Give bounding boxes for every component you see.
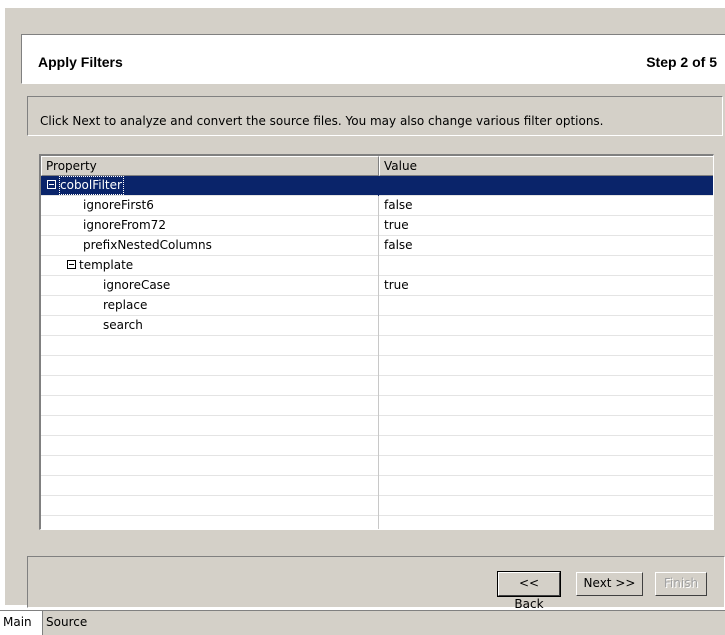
- finish-button[interactable]: Finish: [655, 572, 707, 596]
- empty-row: [41, 436, 713, 456]
- wizard-button-bar: << Back Next >> Finish: [27, 556, 725, 611]
- tree-row-label: cobolFilter: [59, 176, 124, 195]
- tree-row-cobolfilter[interactable]: cobolFilter: [41, 176, 713, 196]
- collapse-toggle-icon[interactable]: [47, 180, 56, 189]
- collapse-toggle-icon[interactable]: [67, 260, 76, 269]
- tree-row-replace[interactable]: replace: [41, 296, 713, 316]
- tab-main[interactable]: Main: [0, 611, 43, 635]
- tree-row-value[interactable]: [379, 296, 713, 316]
- editor-area: Apply Filters Step 2 of 5 Click Next to …: [0, 0, 725, 611]
- tree-row-ignorefirst6[interactable]: ignoreFirst6 false: [41, 196, 713, 216]
- table-header: Property Value: [41, 156, 713, 176]
- tree-row-label: ignoreCase: [103, 278, 171, 292]
- tree-row-label: prefixNestedColumns: [83, 238, 212, 252]
- tree-row-value[interactable]: [379, 256, 713, 276]
- wizard-panel: Apply Filters Step 2 of 5 Click Next to …: [5, 8, 725, 611]
- tree-row-value[interactable]: [379, 316, 713, 336]
- editor-tab-bar: Main Source: [0, 610, 725, 635]
- tree-row-value[interactable]: false: [379, 196, 713, 216]
- tree-row-label: template: [79, 258, 134, 272]
- tree-row-value[interactable]: true: [379, 216, 713, 236]
- tree-row-value[interactable]: true: [379, 276, 713, 296]
- tree-row-label: search: [103, 318, 143, 332]
- empty-row: [41, 336, 713, 356]
- tree-row-value[interactable]: false: [379, 236, 713, 256]
- back-button[interactable]: << Back: [497, 571, 561, 611]
- tree-row-label: ignoreFirst6: [83, 198, 154, 212]
- tree-row-prefixnestedcolumns[interactable]: prefixNestedColumns false: [41, 236, 713, 256]
- wizard-title: Apply Filters: [38, 54, 123, 70]
- tree-row-label: replace: [103, 298, 148, 312]
- empty-row: [41, 356, 713, 376]
- empty-row: [41, 516, 713, 529]
- filter-properties-table[interactable]: Property Value cobolFilter ignoreFirst6 …: [39, 154, 714, 530]
- tree-row-template[interactable]: template: [41, 256, 713, 276]
- empty-row: [41, 376, 713, 396]
- tree-row-ignorefrom72[interactable]: ignoreFrom72 true: [41, 216, 713, 236]
- tree-row-ignorecase[interactable]: ignoreCase true: [41, 276, 713, 296]
- empty-row: [41, 456, 713, 476]
- tree-row-label: ignoreFrom72: [83, 218, 166, 232]
- empty-row: [41, 396, 713, 416]
- tree-row-value[interactable]: [379, 176, 713, 196]
- next-button[interactable]: Next >>: [576, 572, 643, 596]
- column-header-property[interactable]: Property: [41, 156, 379, 176]
- empty-row: [41, 476, 713, 496]
- empty-row: [41, 416, 713, 436]
- wizard-header: Apply Filters Step 2 of 5: [21, 34, 725, 84]
- column-header-value[interactable]: Value: [379, 156, 713, 176]
- table-body: cobolFilter ignoreFirst6 false ignoreFro…: [41, 176, 713, 529]
- tab-source[interactable]: Source: [43, 611, 90, 635]
- instructions-panel: Click Next to analyze and convert the so…: [27, 96, 723, 136]
- wizard-step-indicator: Step 2 of 5: [646, 54, 717, 70]
- instructions-text: Click Next to analyze and convert the so…: [40, 114, 604, 128]
- empty-row: [41, 496, 713, 516]
- tree-row-search[interactable]: search: [41, 316, 713, 336]
